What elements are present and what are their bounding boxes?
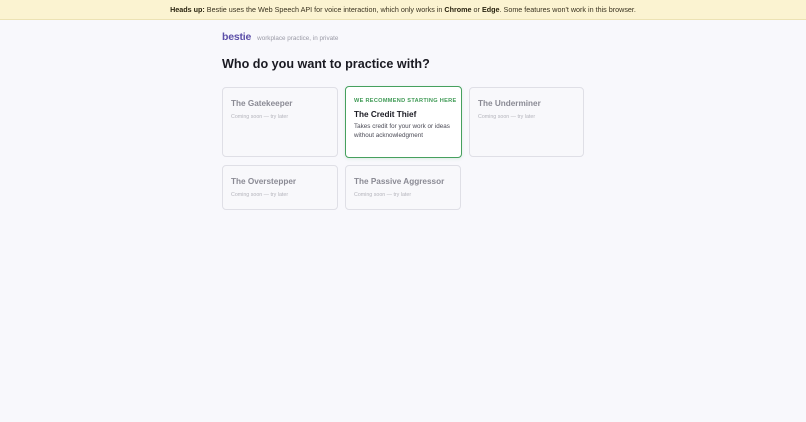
card-title: The Overstepper	[231, 177, 297, 186]
tagline: workplace practice, in private	[257, 35, 339, 42]
banner-text: Bestie uses the Web Speech API for voice…	[204, 5, 445, 14]
persona-card-gatekeeper[interactable]: The Gatekeeper Coming soon — try later	[222, 87, 338, 157]
banner-joiner: or	[471, 5, 482, 14]
card-status: Coming soon — try later	[231, 192, 289, 198]
browser-warning-banner: Heads up: Bestie uses the Web Speech API…	[0, 0, 806, 20]
card-title: The Underminer	[478, 99, 541, 108]
banner-browser-edge: Edge	[481, 5, 500, 14]
persona-card-underminer[interactable]: The Underminer Coming soon — try later	[469, 87, 584, 157]
card-status: Coming soon — try later	[231, 114, 289, 120]
bestie-logo[interactable]: bestie	[222, 31, 251, 43]
recommended-badge: WE RECOMMEND STARTING HERE	[354, 98, 457, 104]
persona-card-passive-aggressor[interactable]: The Passive Aggressor Coming soon — try …	[345, 165, 461, 210]
card-title: The Credit Thief	[354, 110, 417, 119]
persona-card-overstepper[interactable]: The Overstepper Coming soon — try later	[222, 165, 338, 210]
banner-text-end: . Some features won't work in this brows…	[499, 5, 636, 14]
card-title: The Gatekeeper	[231, 99, 293, 108]
banner-browser-chrome: Chrome	[444, 5, 472, 14]
persona-card-credit-thief[interactable]: WE RECOMMEND STARTING HERE The Credit Th…	[345, 86, 462, 158]
card-description: Takes credit for your work or ideas with…	[354, 123, 450, 139]
brand-header: bestie workplace practice, in private	[222, 31, 338, 43]
banner-label: Heads up:	[170, 5, 205, 14]
card-title: The Passive Aggressor	[354, 177, 445, 186]
card-status: Coming soon — try later	[354, 192, 412, 198]
page-title: Who do you want to practice with?	[222, 57, 430, 71]
card-status: Coming soon — try later	[478, 114, 536, 120]
